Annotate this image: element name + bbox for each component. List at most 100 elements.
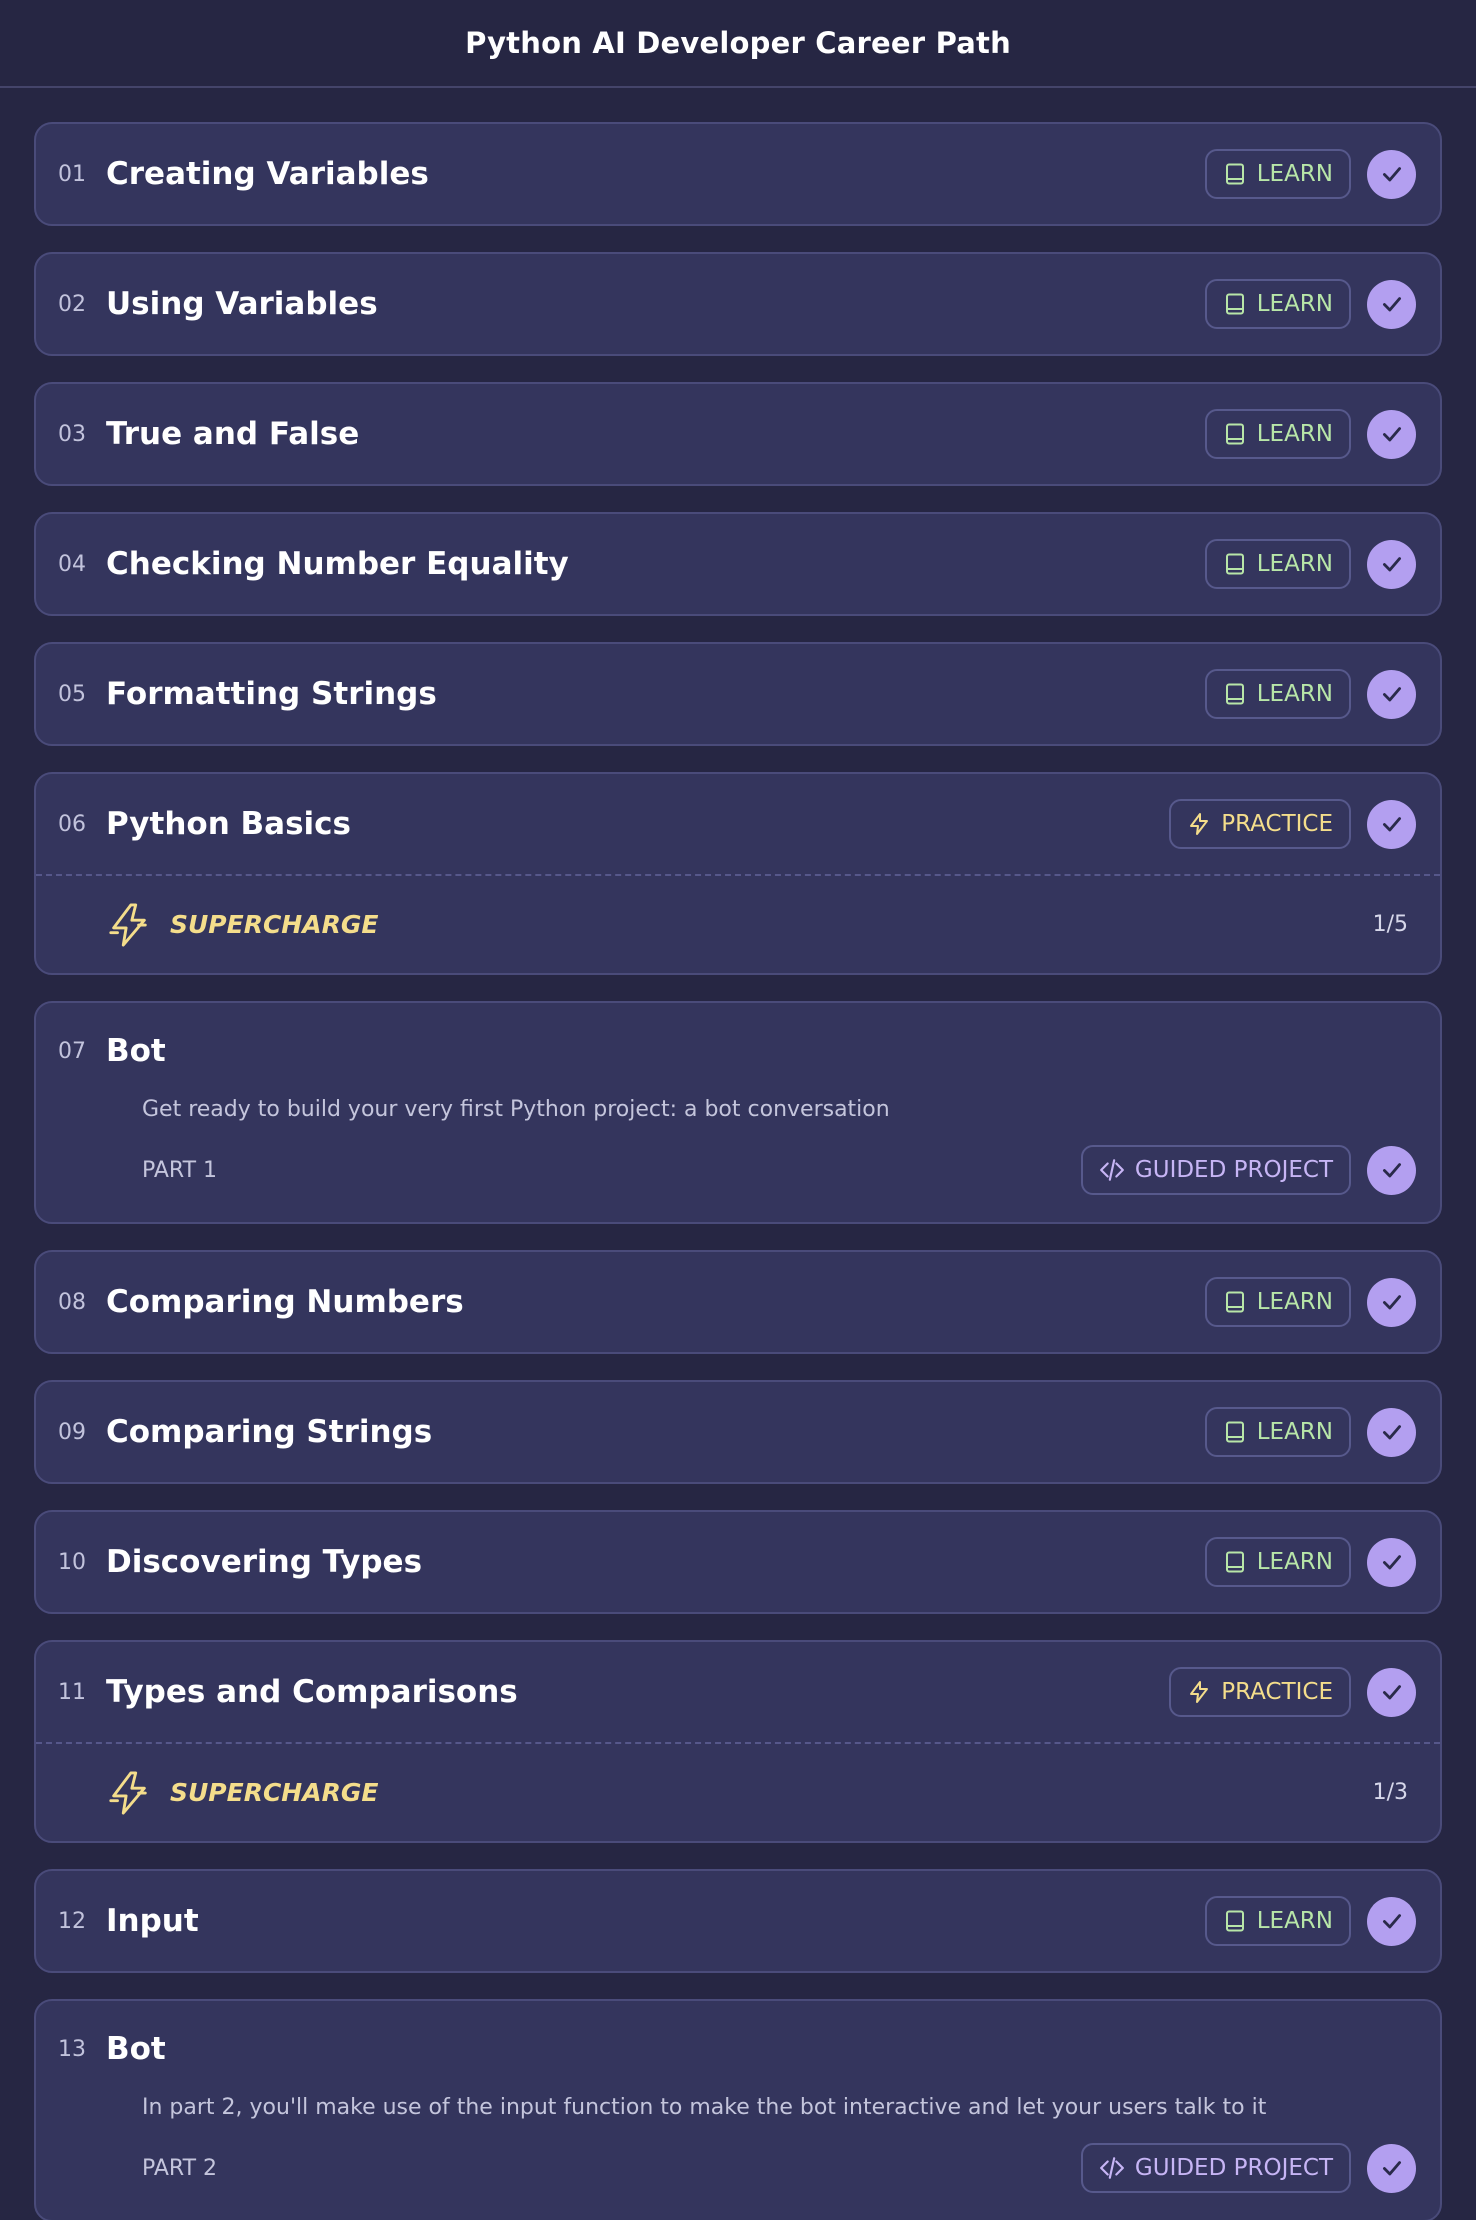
guided-project-badge[interactable]: GUIDED PROJECT [1080, 2143, 1351, 2193]
lesson-title: Formatting Strings [106, 676, 437, 712]
learn-badge[interactable]: LEARN [1204, 149, 1351, 199]
checkmark-icon [1379, 1908, 1405, 1934]
lesson-card[interactable]: 08 Comparing Numbers LEARN [34, 1250, 1442, 1354]
project-card[interactable]: 07 Bot Get ready to build your very firs… [34, 1001, 1442, 1224]
learn-badge[interactable]: LEARN [1204, 1537, 1351, 1587]
checkmark-icon [1379, 1157, 1405, 1183]
lesson-number: 07 [58, 1038, 86, 1064]
lesson-number: 06 [58, 811, 86, 837]
project-part: PART 2 [142, 2155, 218, 2181]
lesson-card[interactable]: 01 Creating Variables LEARN [34, 122, 1442, 226]
book-icon [1223, 1550, 1247, 1574]
badge-label: LEARN [1256, 421, 1333, 447]
lesson-card[interactable]: 10 Discovering Types LEARN [34, 1510, 1442, 1614]
badge-label: LEARN [1256, 161, 1333, 187]
code-icon [1099, 1157, 1125, 1183]
learn-badge[interactable]: LEARN [1204, 409, 1351, 459]
lesson-number: 04 [58, 551, 86, 577]
complete-check [1367, 2143, 1416, 2193]
lesson-title: True and False [106, 416, 360, 452]
badge-label: LEARN [1256, 291, 1333, 317]
lesson-number: 13 [58, 2036, 86, 2062]
supercharge-label: SUPERCHARGE [170, 1778, 379, 1807]
lesson-title: Creating Variables [106, 156, 429, 192]
supercharge-row[interactable]: SUPERCHARGE 1/5 [36, 876, 1440, 973]
lesson-list: 01 Creating Variables LEARN 02 Using Var… [0, 88, 1476, 2220]
lesson-title: Comparing Numbers [106, 1284, 464, 1320]
lesson-title: Discovering Types [106, 1544, 423, 1580]
checkmark-icon [1379, 1419, 1405, 1445]
learn-badge[interactable]: LEARN [1204, 669, 1351, 719]
badge-label: LEARN [1256, 681, 1333, 707]
checkmark-icon [1379, 681, 1405, 707]
learn-badge[interactable]: LEARN [1204, 279, 1351, 329]
complete-check [1367, 1145, 1416, 1195]
badge-label: LEARN [1256, 1908, 1333, 1934]
lesson-card[interactable]: 05 Formatting Strings LEARN [34, 642, 1442, 746]
book-icon [1223, 552, 1247, 576]
complete-check [1367, 1277, 1416, 1327]
badge-label: LEARN [1256, 1419, 1333, 1445]
learn-badge[interactable]: LEARN [1204, 1896, 1351, 1946]
book-icon [1223, 1290, 1247, 1314]
complete-check [1367, 149, 1416, 199]
project-description: In part 2, you'll make use of the input … [142, 2095, 1267, 2120]
lesson-number: 12 [58, 1908, 86, 1934]
checkmark-icon [1379, 291, 1405, 317]
project-description: Get ready to build your very first Pytho… [142, 1097, 890, 1122]
book-icon [1223, 1420, 1247, 1444]
lesson-card[interactable]: 04 Checking Number Equality LEARN [34, 512, 1442, 616]
lesson-card[interactable]: 03 True and False LEARN [34, 382, 1442, 486]
book-icon [1223, 1909, 1247, 1933]
complete-check [1367, 1407, 1416, 1457]
book-icon [1223, 162, 1247, 186]
badge-label: PRACTICE [1221, 1679, 1333, 1705]
lesson-number: 11 [58, 1679, 86, 1705]
lesson-number: 08 [58, 1289, 86, 1315]
practice-card[interactable]: 06 Python Basics PRACTICE SUPERCHARGE 1/… [34, 772, 1442, 975]
badge-label: GUIDED PROJECT [1134, 1157, 1333, 1183]
supercharge-bolt-icon [106, 1770, 152, 1816]
supercharge-bolt-icon [106, 902, 152, 948]
lesson-number: 09 [58, 1419, 86, 1445]
supercharge-progress: 1/3 [1372, 1780, 1408, 1805]
complete-check [1367, 669, 1416, 719]
book-icon [1223, 422, 1247, 446]
page-header: Python AI Developer Career Path [0, 0, 1476, 88]
checkmark-icon [1379, 551, 1405, 577]
checkmark-icon [1379, 1289, 1405, 1315]
lesson-title: Using Variables [106, 286, 378, 322]
lesson-number: 01 [58, 161, 86, 187]
lesson-number: 03 [58, 421, 86, 447]
badge-label: LEARN [1256, 1549, 1333, 1575]
complete-check [1367, 799, 1416, 849]
supercharge-progress: 1/5 [1372, 912, 1408, 937]
project-part: PART 1 [142, 1157, 218, 1183]
lesson-title: Bot [106, 1033, 166, 1069]
lesson-title: Types and Comparisons [106, 1674, 518, 1710]
learn-badge[interactable]: LEARN [1204, 539, 1351, 589]
practice-card[interactable]: 11 Types and Comparisons PRACTICE SUPERC… [34, 1640, 1442, 1843]
complete-check [1367, 279, 1416, 329]
lightning-icon [1187, 812, 1211, 836]
lesson-title: Comparing Strings [106, 1414, 433, 1450]
learn-badge[interactable]: LEARN [1204, 1407, 1351, 1457]
lesson-card[interactable]: 09 Comparing Strings LEARN [34, 1380, 1442, 1484]
learn-badge[interactable]: LEARN [1204, 1277, 1351, 1327]
supercharge-label: SUPERCHARGE [170, 910, 379, 939]
supercharge-row[interactable]: SUPERCHARGE 1/3 [36, 1744, 1440, 1841]
lesson-card[interactable]: 12 Input LEARN [34, 1869, 1442, 1973]
lesson-number: 05 [58, 681, 86, 707]
lesson-title: Checking Number Equality [106, 546, 569, 582]
practice-badge[interactable]: PRACTICE [1169, 799, 1351, 849]
badge-label: GUIDED PROJECT [1134, 2155, 1333, 2181]
project-card[interactable]: 13 Bot In part 2, you'll make use of the… [34, 1999, 1442, 2220]
complete-check [1367, 1896, 1416, 1946]
practice-badge[interactable]: PRACTICE [1169, 1667, 1351, 1717]
checkmark-icon [1379, 1679, 1405, 1705]
complete-check [1367, 539, 1416, 589]
book-icon [1223, 682, 1247, 706]
page-title: Python AI Developer Career Path [465, 26, 1011, 60]
lesson-card[interactable]: 02 Using Variables LEARN [34, 252, 1442, 356]
guided-project-badge[interactable]: GUIDED PROJECT [1080, 1145, 1351, 1195]
